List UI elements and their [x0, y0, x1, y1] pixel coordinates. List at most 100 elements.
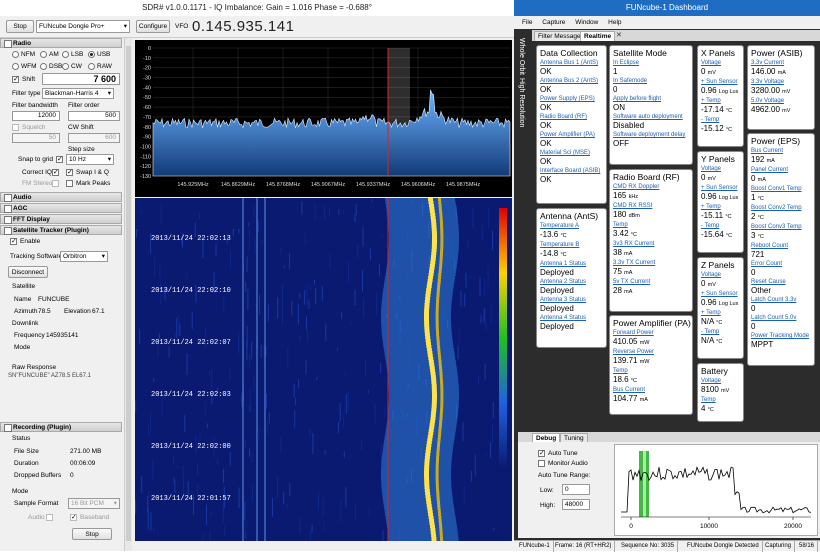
satellite-tracker-section-header[interactable]: Satellite Tracker (Plugin) — [0, 225, 122, 235]
disconnect-button[interactable]: Disconnect — [8, 266, 48, 278]
metric-link[interactable]: Antenna 3 Status — [540, 296, 603, 304]
shift-checkbox[interactable] — [12, 75, 19, 83]
metric-link[interactable]: Software auto deployment — [613, 113, 689, 121]
metric-link[interactable]: Boost Conv3 Temp — [751, 223, 811, 231]
metric-link[interactable]: + Temp — [701, 97, 740, 105]
metric-link[interactable]: Interface Board (ASIB) — [540, 167, 603, 175]
recording-stop-button[interactable]: Stop — [72, 528, 112, 540]
audio-record-checkbox[interactable] — [46, 514, 53, 521]
metric-link[interactable]: Antenna Bus 2 (AntS) — [540, 77, 603, 85]
metric-link[interactable]: Boost Conv1 Temp — [751, 185, 811, 193]
spectrum-display[interactable]: 0 -10 -20 -30 -40 -50 -60 -70 -80 -90 -100 -110 -120… — [135, 40, 512, 197]
metric-link[interactable]: + Temp — [701, 203, 740, 211]
metric-link[interactable]: Boost Conv2 Temp — [751, 204, 811, 212]
metric-link[interactable]: Antenna 4 Status — [540, 314, 603, 322]
metric-link[interactable]: Material Sci (MSE) — [540, 149, 603, 157]
metric-link[interactable]: Bus Current — [751, 147, 811, 155]
mode-nfm-radio[interactable] — [12, 51, 19, 58]
audio-section-header[interactable]: Audio — [0, 192, 122, 202]
configure-button[interactable]: Configure — [136, 20, 170, 33]
metric-link[interactable]: Antenna Bus 1 (AntS) — [540, 59, 603, 67]
mode-usb-radio[interactable] — [88, 51, 95, 58]
control-panel-scrollbar[interactable] — [124, 38, 132, 551]
metric-link[interactable]: Temperature A — [540, 222, 603, 230]
baseband-record-checkbox[interactable] — [70, 513, 77, 521]
monitor-audio-checkbox[interactable] — [538, 460, 545, 467]
metric-link[interactable]: Temp — [701, 396, 740, 404]
metric-link[interactable]: - Temp — [701, 222, 740, 230]
metric-link[interactable]: Power Tracking Mode — [751, 332, 811, 340]
metric-link[interactable]: 5.0v Voltage — [751, 97, 811, 105]
metric-link[interactable]: Antenna 2 Status — [540, 278, 603, 286]
snap-to-grid-checkbox[interactable] — [56, 155, 63, 163]
metric-link[interactable]: Software deployment delay — [613, 131, 689, 139]
mode-raw-radio[interactable] — [88, 63, 95, 70]
fm-stereo-checkbox[interactable] — [52, 180, 59, 187]
metric-link[interactable]: Voltage — [701, 271, 740, 279]
metric-link[interactable]: Reboot Count — [751, 242, 811, 250]
agc-section-header[interactable]: AGC — [0, 203, 122, 213]
mark-peaks-checkbox[interactable] — [66, 180, 73, 187]
metric-link[interactable]: Antenna 1 Status — [540, 260, 603, 268]
radio-section-header[interactable]: Radio — [0, 38, 122, 48]
metric-link[interactable]: Bus Current — [613, 386, 689, 394]
correct-iq-checkbox[interactable] — [52, 168, 59, 176]
waterfall-display[interactable]: 2013/11/24 22:02:13 2013/11/24 22:02:10 20… — [135, 198, 512, 552]
mode-dsb-radio[interactable] — [40, 63, 47, 70]
metric-link[interactable]: Temperature B — [540, 241, 603, 249]
mode-lsb-radio[interactable] — [62, 51, 69, 58]
tab-whole-orbit[interactable]: Whole Orbit — [518, 38, 525, 75]
squelch-checkbox[interactable] — [12, 124, 19, 131]
menu-capture[interactable]: Capture — [542, 19, 565, 26]
device-select[interactable]: FUNcube Dongle Pro+ — [36, 20, 130, 33]
metric-link[interactable]: Forward Power — [613, 329, 689, 337]
metric-link[interactable]: Apply before flight — [613, 95, 689, 103]
metric-link[interactable]: Latch Count 3.3v — [751, 296, 811, 304]
metric-link[interactable]: Power Supply (EPS) — [540, 95, 603, 103]
vfo-frequency-display[interactable]: 0.145.935.141 — [192, 18, 294, 35]
metric-link[interactable]: Voltage — [701, 377, 740, 385]
mode-cw-radio[interactable] — [62, 63, 69, 70]
filter-order-input[interactable]: 500 — [68, 111, 120, 121]
fft-display-section-header[interactable]: FFT Display — [0, 214, 122, 224]
tab-realtime[interactable]: Realtime — [580, 31, 616, 41]
tab-high-resolution[interactable]: High Resolution — [518, 78, 525, 127]
tracker-enable-checkbox[interactable] — [10, 237, 17, 245]
metric-link[interactable]: Radio Board (RF) — [540, 113, 603, 121]
scrollbar-thumb[interactable] — [126, 46, 131, 541]
mode-wfm-radio[interactable] — [12, 63, 19, 70]
metric-link[interactable]: In Safemode — [613, 77, 689, 85]
metric-link[interactable]: CMD RX Doppler — [613, 183, 689, 191]
metric-link[interactable]: 3.3v TX Current — [613, 259, 689, 267]
tuning-graph[interactable]: 0 10000 20000 — [614, 444, 818, 536]
menu-window[interactable]: Window — [575, 19, 598, 26]
metric-link[interactable]: 3.3v Current — [751, 59, 811, 67]
step-size-select[interactable]: 10 Hz — [66, 154, 114, 165]
shift-input[interactable]: 7 600 — [42, 73, 120, 85]
metric-link[interactable]: Voltage — [701, 59, 740, 67]
squelch-input[interactable]: 50 — [12, 133, 60, 143]
metric-link[interactable]: Panel Current — [751, 166, 811, 174]
menu-help[interactable]: Help — [608, 19, 621, 26]
metric-link[interactable]: 3v3 RX Current — [613, 240, 689, 248]
metric-link[interactable]: Voltage — [701, 165, 740, 173]
metric-link[interactable]: In Eclipse — [613, 59, 689, 67]
close-tab-icon[interactable]: ✕ — [616, 31, 622, 39]
metric-link[interactable]: 5v TX Current — [613, 278, 689, 286]
metric-link[interactable]: Reset Cause — [751, 278, 811, 286]
filter-bandwidth-input[interactable]: 12000 — [12, 111, 60, 121]
sample-format-select[interactable]: 16 Bit PCM — [68, 498, 120, 509]
metric-link[interactable]: + Sun Sensor — [701, 78, 740, 86]
high-input[interactable]: 48000 — [562, 499, 590, 510]
metric-link[interactable]: + Temp — [701, 309, 740, 317]
metric-link[interactable]: Temp — [613, 367, 689, 375]
metric-link[interactable]: 3.3v Voltage — [751, 78, 811, 86]
metric-link[interactable]: - Temp — [701, 116, 740, 124]
metric-link[interactable]: - Temp — [701, 328, 740, 336]
metric-link[interactable]: + Sun Sensor — [701, 184, 740, 192]
cw-shift-input[interactable]: 600 — [68, 133, 120, 143]
filter-type-select[interactable]: Blackman-Harris 4 — [42, 88, 114, 99]
metric-link[interactable]: Reverse Power — [613, 348, 689, 356]
metric-link[interactable]: + Sun Sensor — [701, 290, 740, 298]
recording-section-header[interactable]: Recording (Plugin) — [0, 422, 122, 432]
